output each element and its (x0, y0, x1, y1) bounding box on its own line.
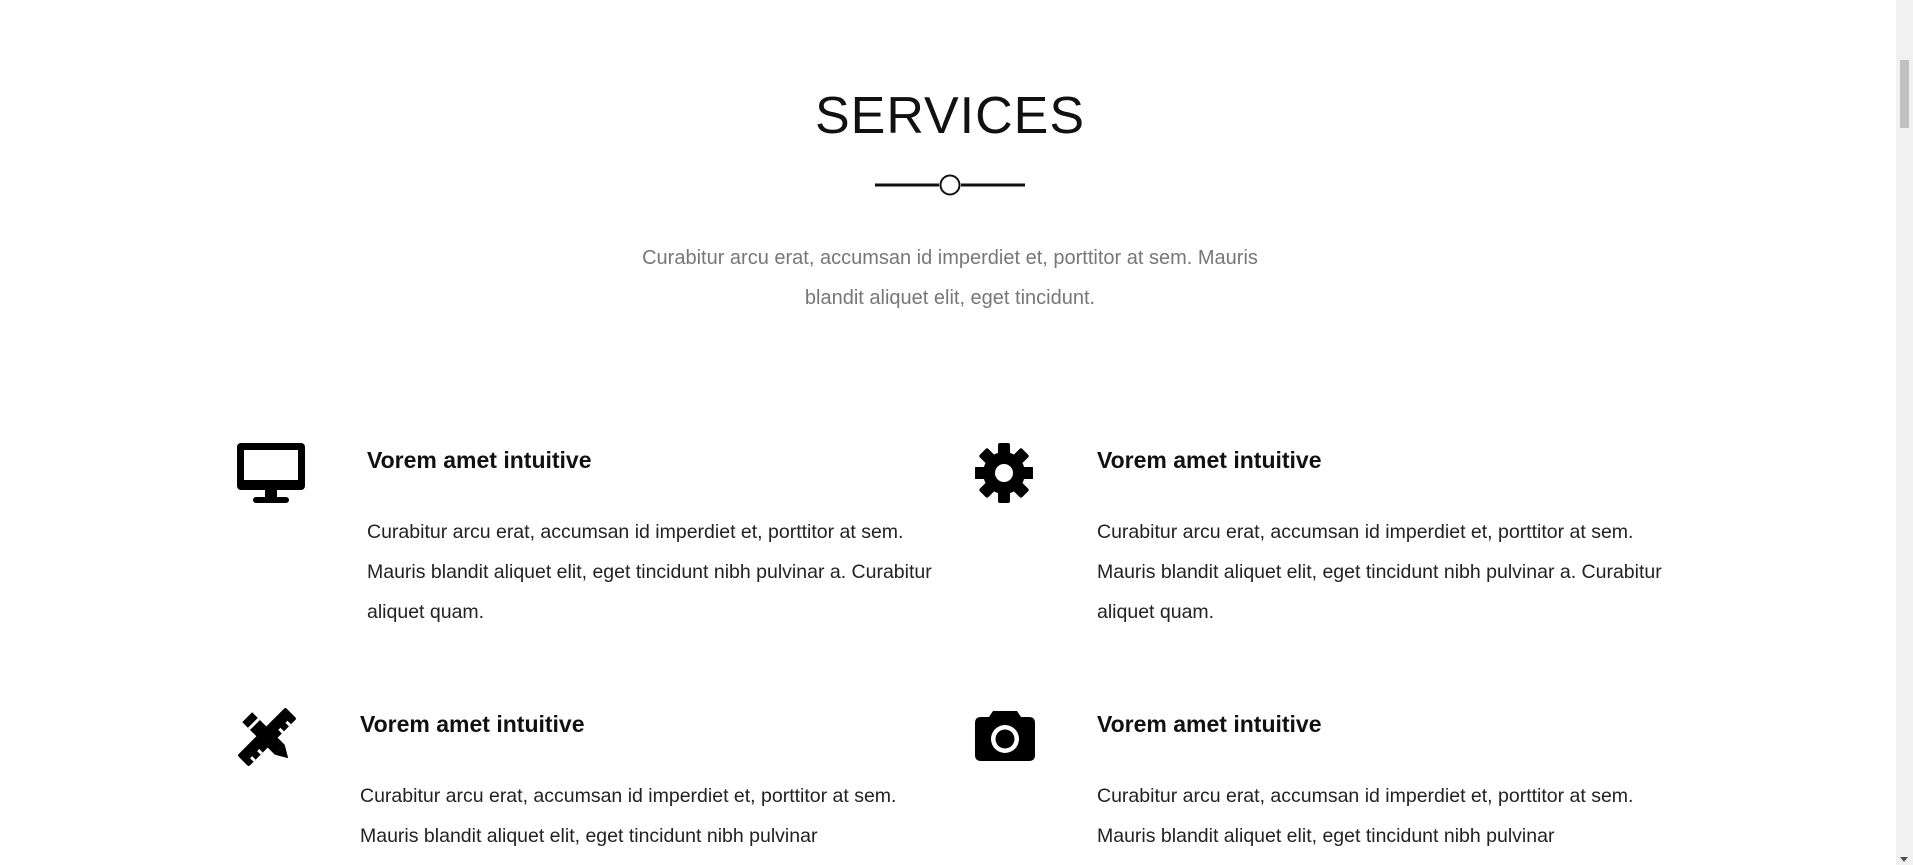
camera-icon (975, 707, 1035, 763)
service-item: Vorem amet intuitive Curabitur arcu erat… (237, 443, 937, 643)
service-title: Vorem amet intuitive (1097, 711, 1322, 737)
section-intro: Curabitur arcu erat, accumsan id imperdi… (642, 247, 1258, 309)
service-text: Curabitur arcu erat, accumsan id imperdi… (1097, 521, 1662, 623)
service-text: Curabitur arcu erat, accumsan id imperdi… (360, 785, 897, 847)
service-item: Vorem amet intuitive Curabitur arcu erat… (975, 707, 1675, 865)
pencil-ruler-icon (237, 707, 297, 767)
service-title: Vorem amet intuitive (1097, 447, 1322, 473)
vertical-scrollbar[interactable] (1896, 0, 1913, 865)
service-item: Vorem amet intuitive Curabitur arcu erat… (975, 443, 1675, 643)
scrollbar-thumb[interactable] (1900, 60, 1909, 128)
service-item: Vorem amet intuitive Curabitur arcu erat… (237, 707, 937, 865)
services-section: SERVICES Curabitur arcu erat, accumsan i… (0, 0, 1896, 865)
gear-icon (975, 443, 1033, 503)
service-title: Vorem amet intuitive (360, 711, 585, 737)
service-title: Vorem amet intuitive (367, 447, 592, 473)
title-divider (875, 174, 1025, 196)
desktop-icon (237, 443, 305, 503)
service-text: Curabitur arcu erat, accumsan id imperdi… (367, 521, 932, 623)
page: SERVICES Curabitur arcu erat, accumsan i… (0, 0, 1913, 865)
section-title: SERVICES (814, 87, 1086, 145)
scroll-down-icon[interactable] (1900, 857, 1908, 862)
service-text: Curabitur arcu erat, accumsan id imperdi… (1097, 785, 1634, 847)
